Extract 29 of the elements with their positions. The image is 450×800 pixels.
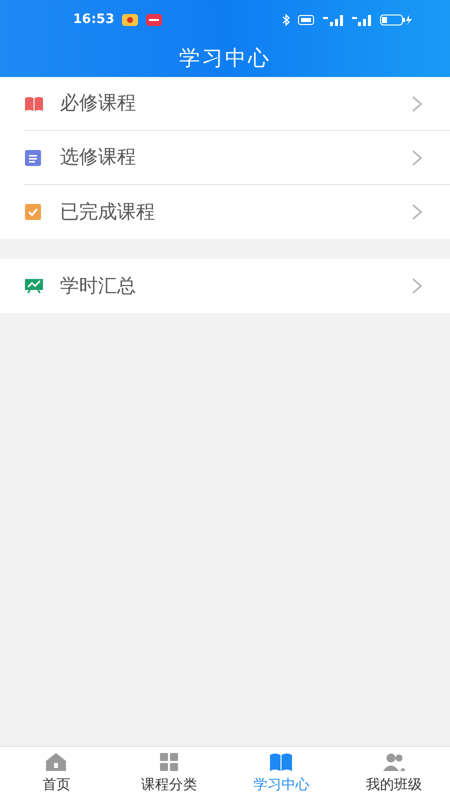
menu-item[interactable]: 学时汇总 [24,259,450,313]
signal-icon [352,14,372,26]
chevron-right-icon [412,150,422,166]
page-title: 学习中心 [179,44,271,72]
chevron-right-icon [412,278,422,294]
tab[interactable]: 我的班级 [338,747,450,800]
home-icon [44,752,68,772]
bluetooth-icon [282,14,290,26]
chart-board-icon [24,278,44,294]
hd-icon [298,15,314,25]
tab[interactable]: 首页 [0,747,112,800]
tab[interactable]: 课程分类 [112,747,225,800]
menu-item[interactable]: 必修课程 [24,77,450,131]
people-icon [382,752,406,772]
book-icon [269,752,294,772]
menu-item[interactable]: 已完成课程 [24,185,450,239]
signal-icon [322,14,344,26]
status-time: 16:53 [73,11,114,30]
menu-item[interactable]: 选修课程 [24,131,450,185]
document-icon [24,148,42,166]
book-icon [24,96,44,112]
checklist-icon [24,203,42,221]
tab[interactable]: 学习中心 [225,747,338,800]
app-notification-icon [122,14,138,26]
chevron-right-icon [412,204,422,220]
grid-icon [158,752,180,772]
chevron-right-icon [412,96,422,112]
battery-charging-icon [380,14,412,26]
app-notification-icon [146,14,162,26]
